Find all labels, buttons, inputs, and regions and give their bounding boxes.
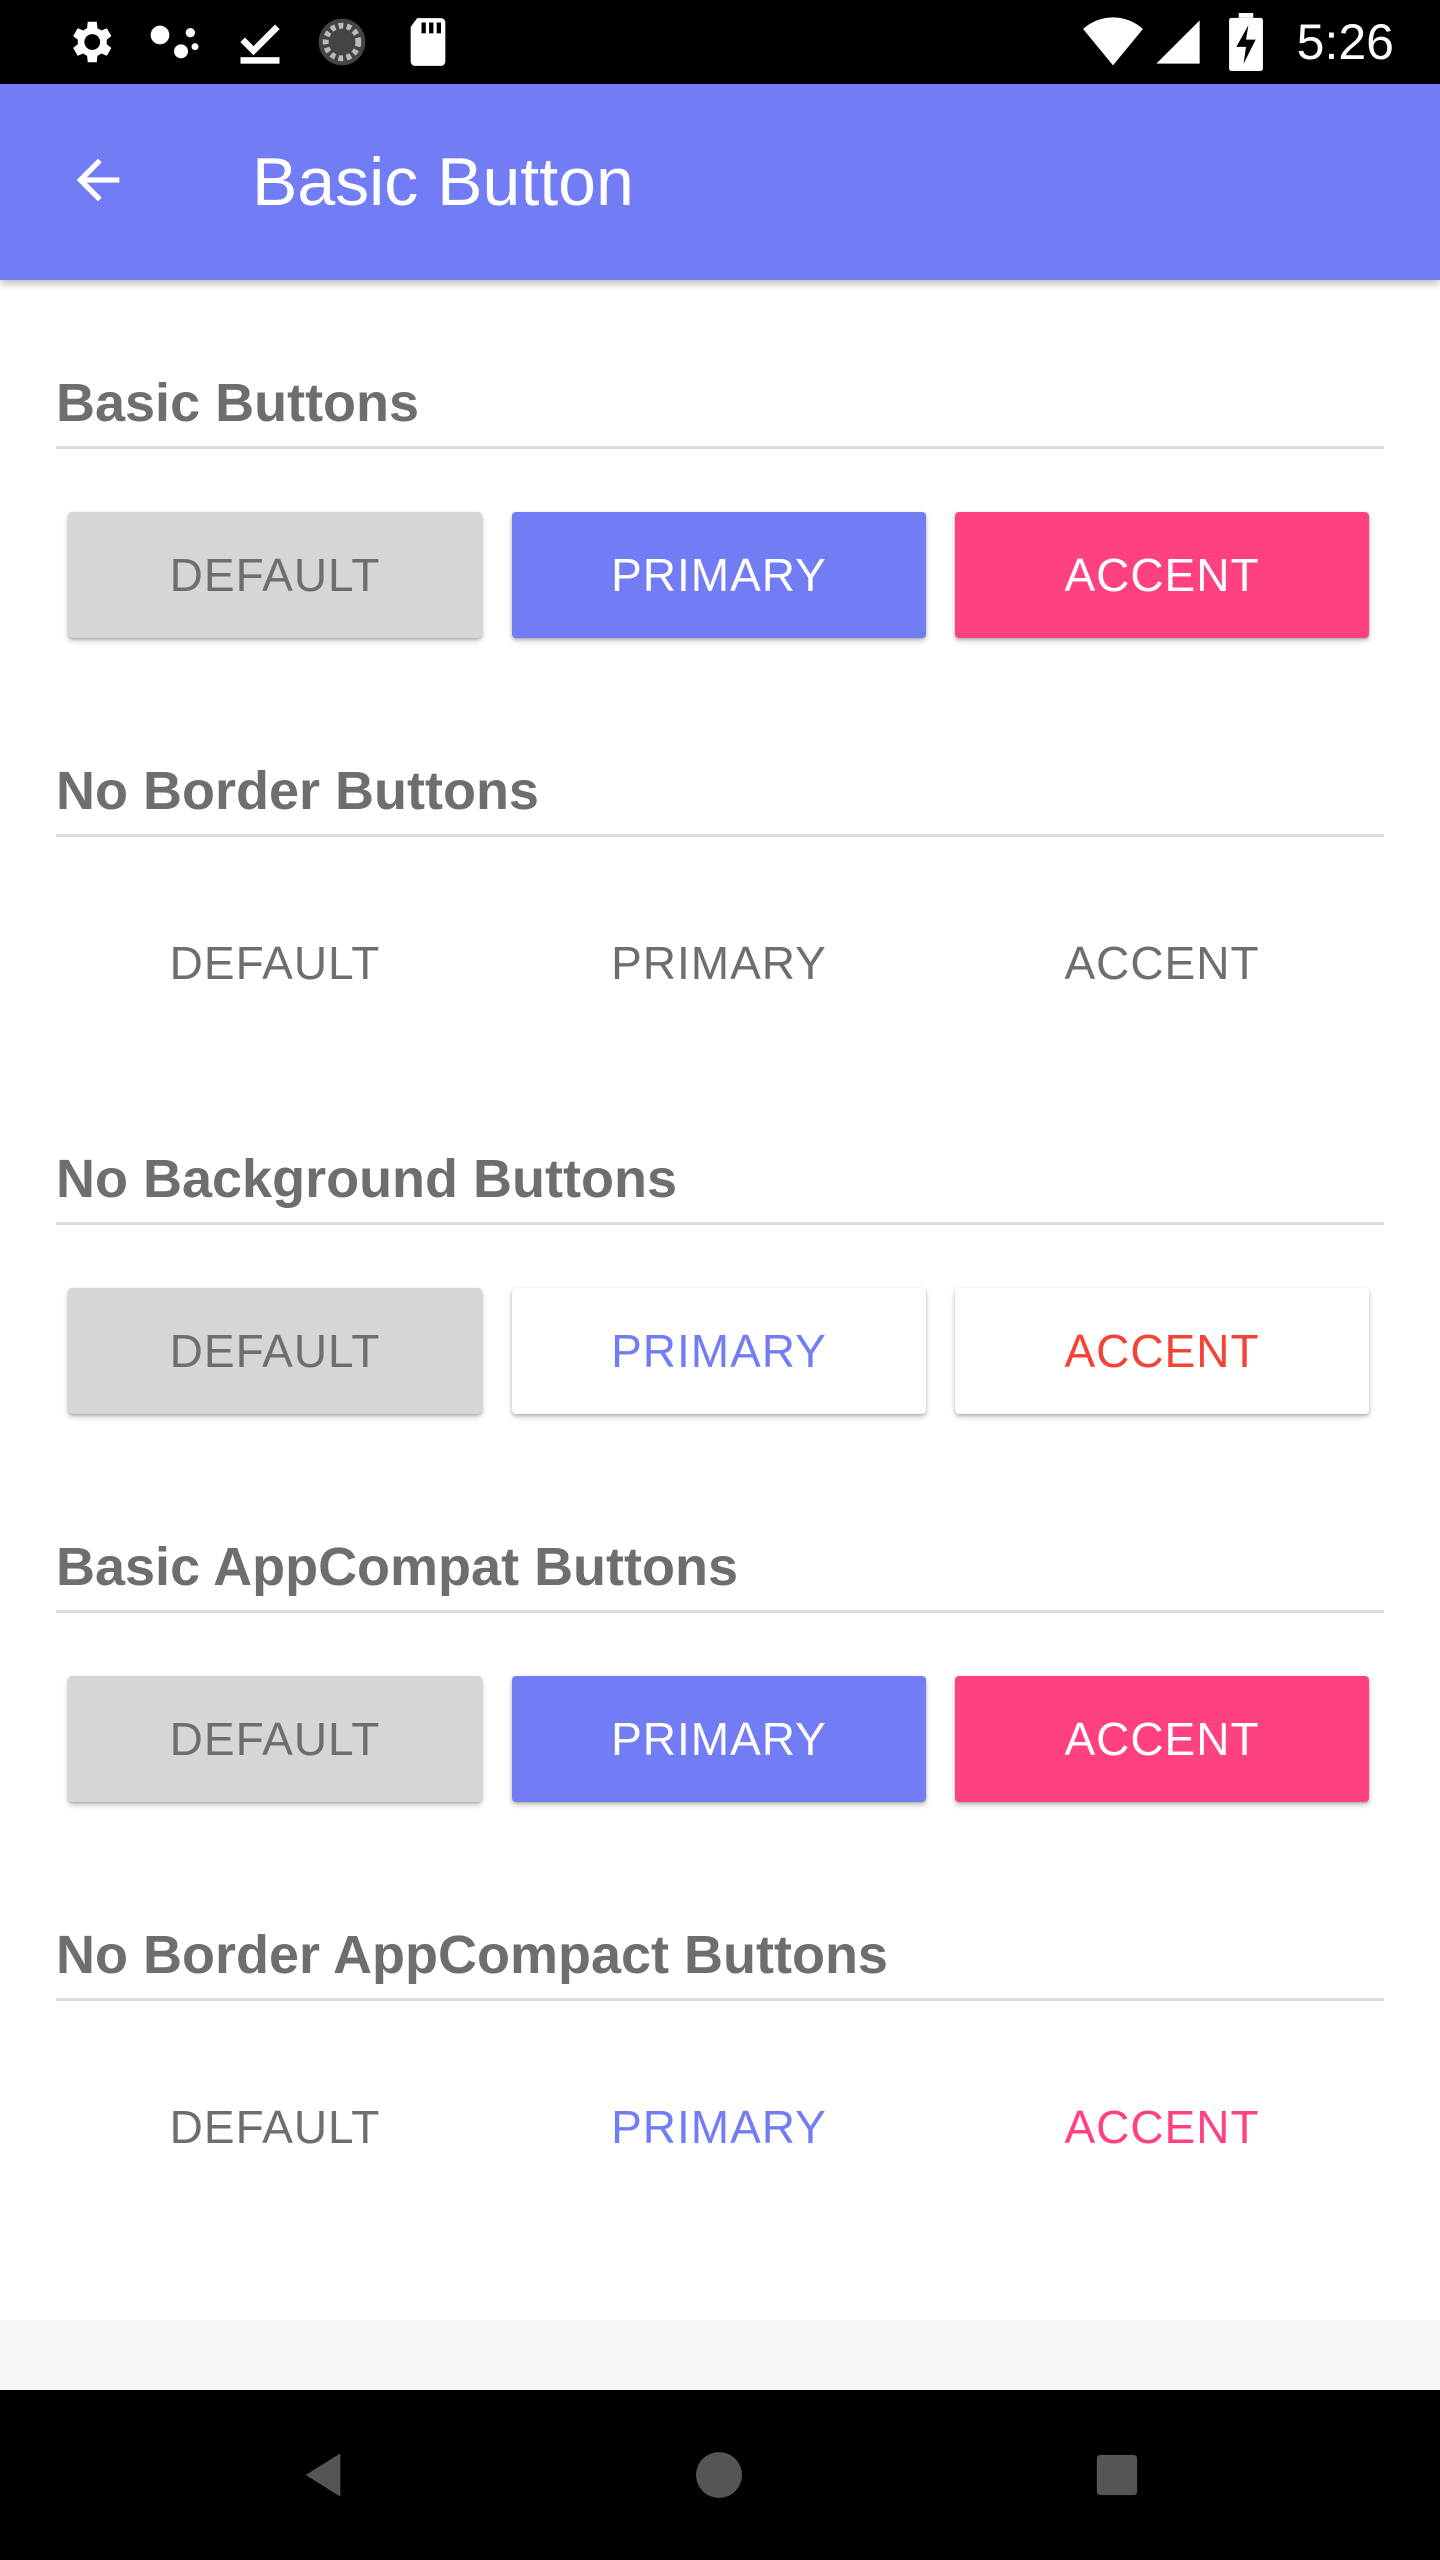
wifi-icon — [1078, 14, 1148, 70]
section-basic-buttons: Basic Buttons DEFAULT PRIMARY ACCENT — [56, 368, 1384, 708]
sync-circle-icon — [314, 14, 370, 70]
status-bar: 5:26 — [0, 0, 1440, 84]
nav-back-icon[interactable] — [278, 2435, 368, 2515]
assistant-dots-icon — [146, 14, 202, 70]
section-no-background-buttons: No Background Buttons DEFAULT PRIMARY AC… — [56, 1144, 1384, 1484]
no-border-primary-button[interactable]: PRIMARY — [512, 900, 926, 1026]
appcompact-no-border-default-button[interactable]: DEFAULT — [68, 2064, 482, 2190]
no-background-primary-button[interactable]: PRIMARY — [512, 1288, 926, 1414]
app-bar: Basic Button — [0, 84, 1440, 280]
no-border-default-button[interactable]: DEFAULT — [68, 900, 482, 1026]
appcompat-default-button[interactable]: DEFAULT — [68, 1676, 482, 1802]
navigation-bar — [0, 2390, 1440, 2560]
section-divider — [56, 1998, 1384, 2001]
section-title: Basic Buttons — [56, 373, 420, 433]
nav-recents-icon[interactable] — [1072, 2435, 1162, 2515]
bottom-strip — [0, 2320, 1440, 2390]
section-basic-appcompat-buttons: Basic AppCompat Buttons DEFAULT PRIMARY … — [56, 1532, 1384, 1872]
section-divider — [56, 1222, 1384, 1225]
section-title: No Background Buttons — [56, 1149, 677, 1209]
appcompact-no-border-primary-button[interactable]: PRIMARY — [512, 2064, 926, 2190]
section-no-border-appcompact-buttons: No Border AppCompact Buttons DEFAULT PRI… — [56, 1920, 1384, 2260]
no-background-default-button[interactable]: DEFAULT — [68, 1288, 482, 1414]
cellular-signal-icon — [1150, 14, 1206, 70]
section-no-border-buttons: No Border Buttons DEFAULT PRIMARY ACCENT — [56, 756, 1384, 1096]
arrow-back-icon — [66, 148, 130, 217]
nav-home-icon[interactable] — [674, 2435, 764, 2515]
settings-icon — [62, 14, 118, 70]
download-done-icon — [232, 14, 288, 70]
page-title: Basic Button — [252, 144, 634, 220]
status-time: 5:26 — [1296, 14, 1394, 70]
content-scroll[interactable]: Basic Buttons DEFAULT PRIMARY ACCENT No … — [0, 280, 1440, 2320]
section-title: No Border AppCompact Buttons — [56, 1925, 888, 1985]
section-divider — [56, 1610, 1384, 1613]
no-border-accent-button[interactable]: ACCENT — [955, 900, 1369, 1026]
basic-default-button[interactable]: DEFAULT — [68, 512, 482, 638]
appcompat-primary-button[interactable]: PRIMARY — [512, 1676, 926, 1802]
battery-charging-icon — [1218, 13, 1274, 71]
section-title: No Border Buttons — [56, 761, 539, 821]
basic-primary-button[interactable]: PRIMARY — [512, 512, 926, 638]
no-background-accent-button[interactable]: ACCENT — [955, 1288, 1369, 1414]
sd-card-icon — [400, 14, 456, 70]
appcompat-accent-button[interactable]: ACCENT — [955, 1676, 1369, 1802]
basic-accent-button[interactable]: ACCENT — [955, 512, 1369, 638]
section-divider — [56, 446, 1384, 449]
section-divider — [56, 834, 1384, 837]
back-button[interactable] — [56, 140, 140, 224]
section-title: Basic AppCompat Buttons — [56, 1537, 739, 1597]
appcompact-no-border-accent-button[interactable]: ACCENT — [955, 2064, 1369, 2190]
